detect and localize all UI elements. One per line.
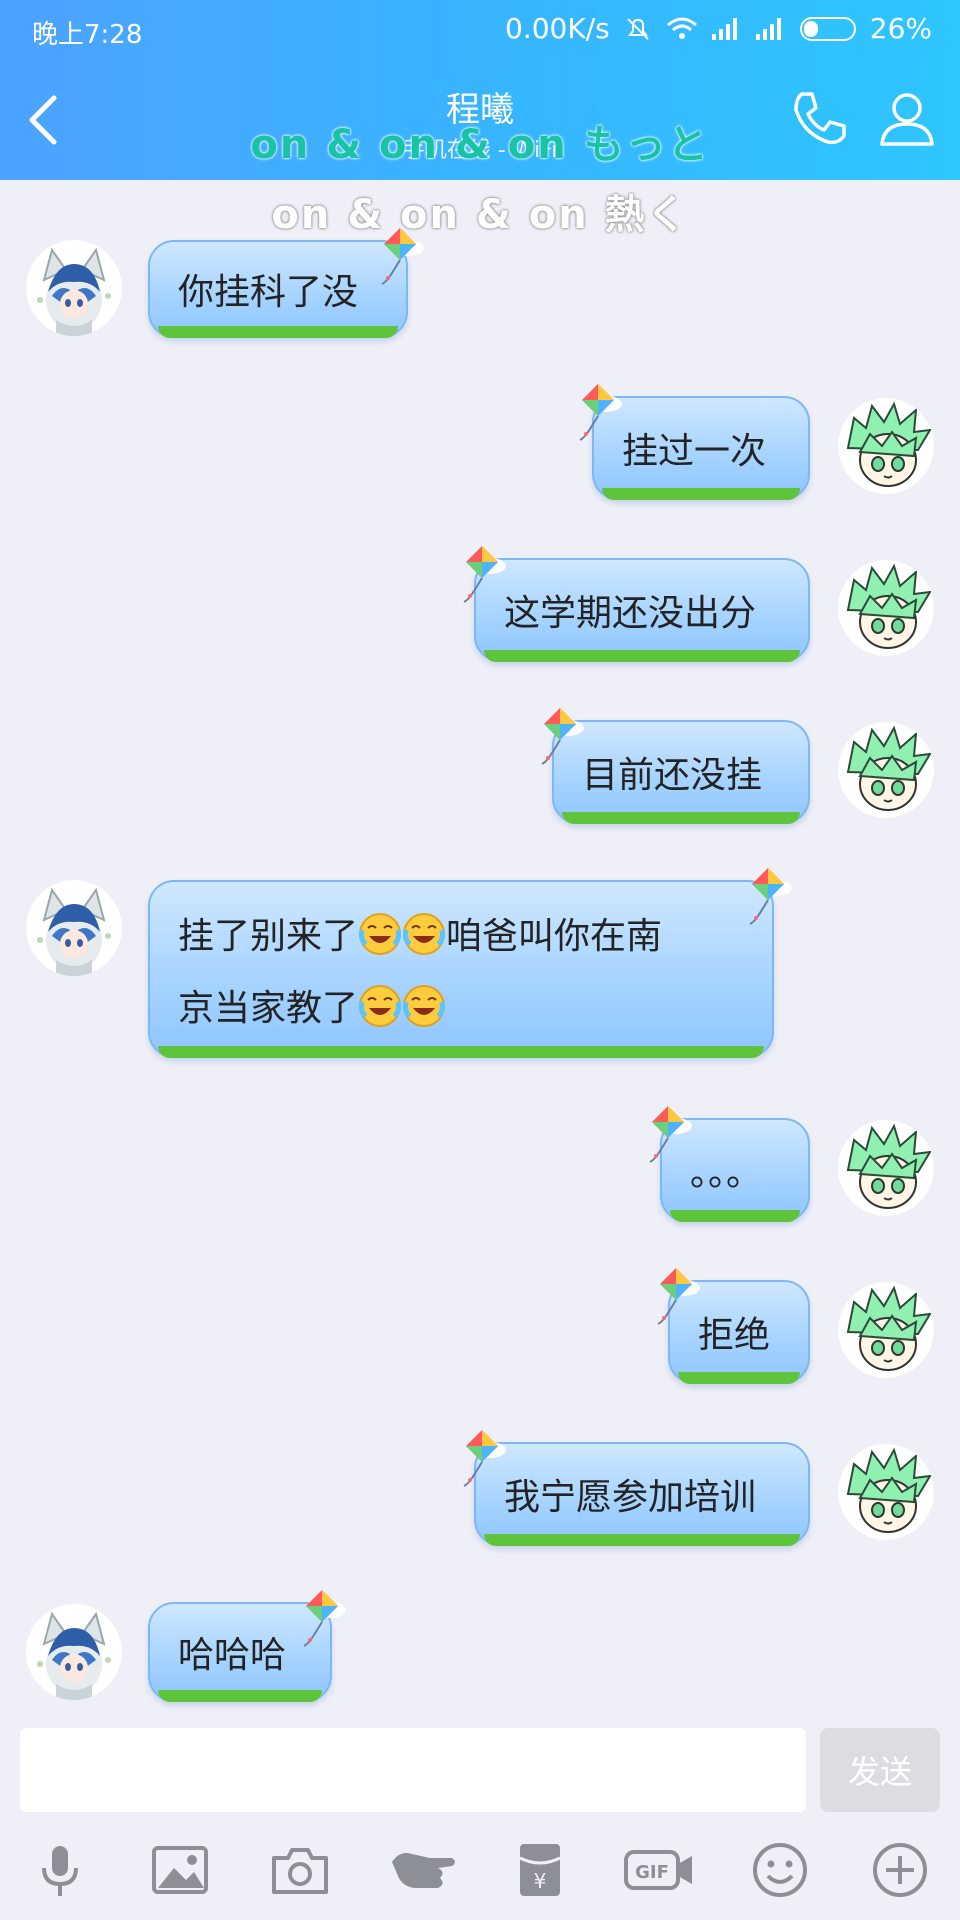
my-avatar[interactable]	[838, 1444, 934, 1540]
my-avatar[interactable]	[838, 560, 934, 656]
message-bubble-incoming[interactable]: 挂了别来了 咱爸叫你在南 京当家教了	[148, 880, 774, 1058]
plus-icon[interactable]	[870, 1840, 930, 1900]
kite-icon	[456, 1428, 508, 1488]
signal-icon	[711, 17, 742, 40]
message-text: 目前还没挂	[582, 755, 763, 796]
laugh-cry-emoji-icon	[358, 984, 402, 1028]
message-text: 拒绝	[698, 1315, 771, 1356]
kite-icon	[296, 1588, 348, 1648]
hand-icon[interactable]	[390, 1840, 462, 1900]
laugh-cry-emoji-icon	[402, 984, 446, 1028]
message-text: 哈哈哈	[178, 1635, 287, 1676]
kite-icon	[456, 544, 508, 604]
message-text: 。。。	[690, 1153, 763, 1194]
contact-avatar[interactable]	[26, 240, 122, 336]
message-text: 我宁愿参加培训	[504, 1477, 757, 1518]
mic-icon[interactable]	[30, 1840, 90, 1900]
my-avatar[interactable]	[838, 1282, 934, 1378]
message-bubble-outgoing[interactable]: 我宁愿参加培训	[474, 1442, 810, 1546]
kite-icon	[534, 706, 586, 766]
message-text: 挂了别来了	[178, 916, 359, 957]
message-bubble-outgoing[interactable]: 目前还没挂	[552, 720, 810, 824]
kite-icon	[650, 1266, 702, 1326]
wifi-icon	[666, 17, 697, 39]
status-icons: 0.00K/s 26%	[505, 12, 932, 45]
message-bubble-outgoing[interactable]: 挂过一次	[592, 396, 810, 500]
image-icon[interactable]	[150, 1840, 210, 1900]
message-bubble-incoming[interactable]: 你挂科了没	[148, 240, 408, 338]
camera-icon[interactable]	[270, 1840, 330, 1900]
lyric-overlay-line1: on & on & on もっと	[250, 122, 710, 168]
svg-text:GIF: GIF	[635, 1862, 669, 1883]
lyric-overlay-line2: on & on & on 熱く	[271, 192, 689, 238]
red-packet-icon[interactable]: ¥	[510, 1840, 570, 1900]
signal-icon-2	[755, 17, 786, 40]
message-text: 咱爸叫你在南	[446, 916, 663, 957]
network-speed: 0.00K/s	[505, 12, 610, 45]
message-text: 这学期还没出分	[504, 593, 757, 634]
emoji-icon[interactable]	[750, 1840, 810, 1900]
message-bubble-outgoing[interactable]: 这学期还没出分	[474, 558, 810, 662]
kite-icon	[374, 226, 426, 286]
bell-muted-icon	[627, 17, 649, 40]
battery-icon	[799, 16, 856, 41]
gif-icon[interactable]: GIF	[622, 1840, 698, 1900]
kite-icon	[572, 382, 624, 442]
message-text: 京当家教了	[178, 988, 359, 1029]
svg-text:¥: ¥	[534, 1869, 547, 1893]
laugh-cry-emoji-icon	[402, 912, 446, 956]
battery-level: 26%	[869, 12, 932, 45]
contact-avatar[interactable]	[26, 1604, 122, 1700]
my-avatar[interactable]	[838, 1120, 934, 1216]
status-time: 晚上7:28	[32, 20, 143, 50]
message-line: 京当家教了	[178, 979, 446, 1031]
message-line: 挂了别来了 咱爸叫你在南	[178, 907, 662, 959]
message-input[interactable]	[20, 1728, 806, 1812]
send-button[interactable]: 发送	[820, 1728, 940, 1812]
my-avatar[interactable]	[838, 398, 934, 494]
contact-avatar[interactable]	[26, 880, 122, 976]
laugh-cry-emoji-icon	[358, 912, 402, 956]
message-text: 挂过一次	[622, 431, 767, 472]
kite-icon	[642, 1104, 694, 1164]
message-text: 你挂科了没	[178, 272, 359, 313]
kite-icon	[742, 866, 794, 926]
my-avatar[interactable]	[838, 722, 934, 818]
